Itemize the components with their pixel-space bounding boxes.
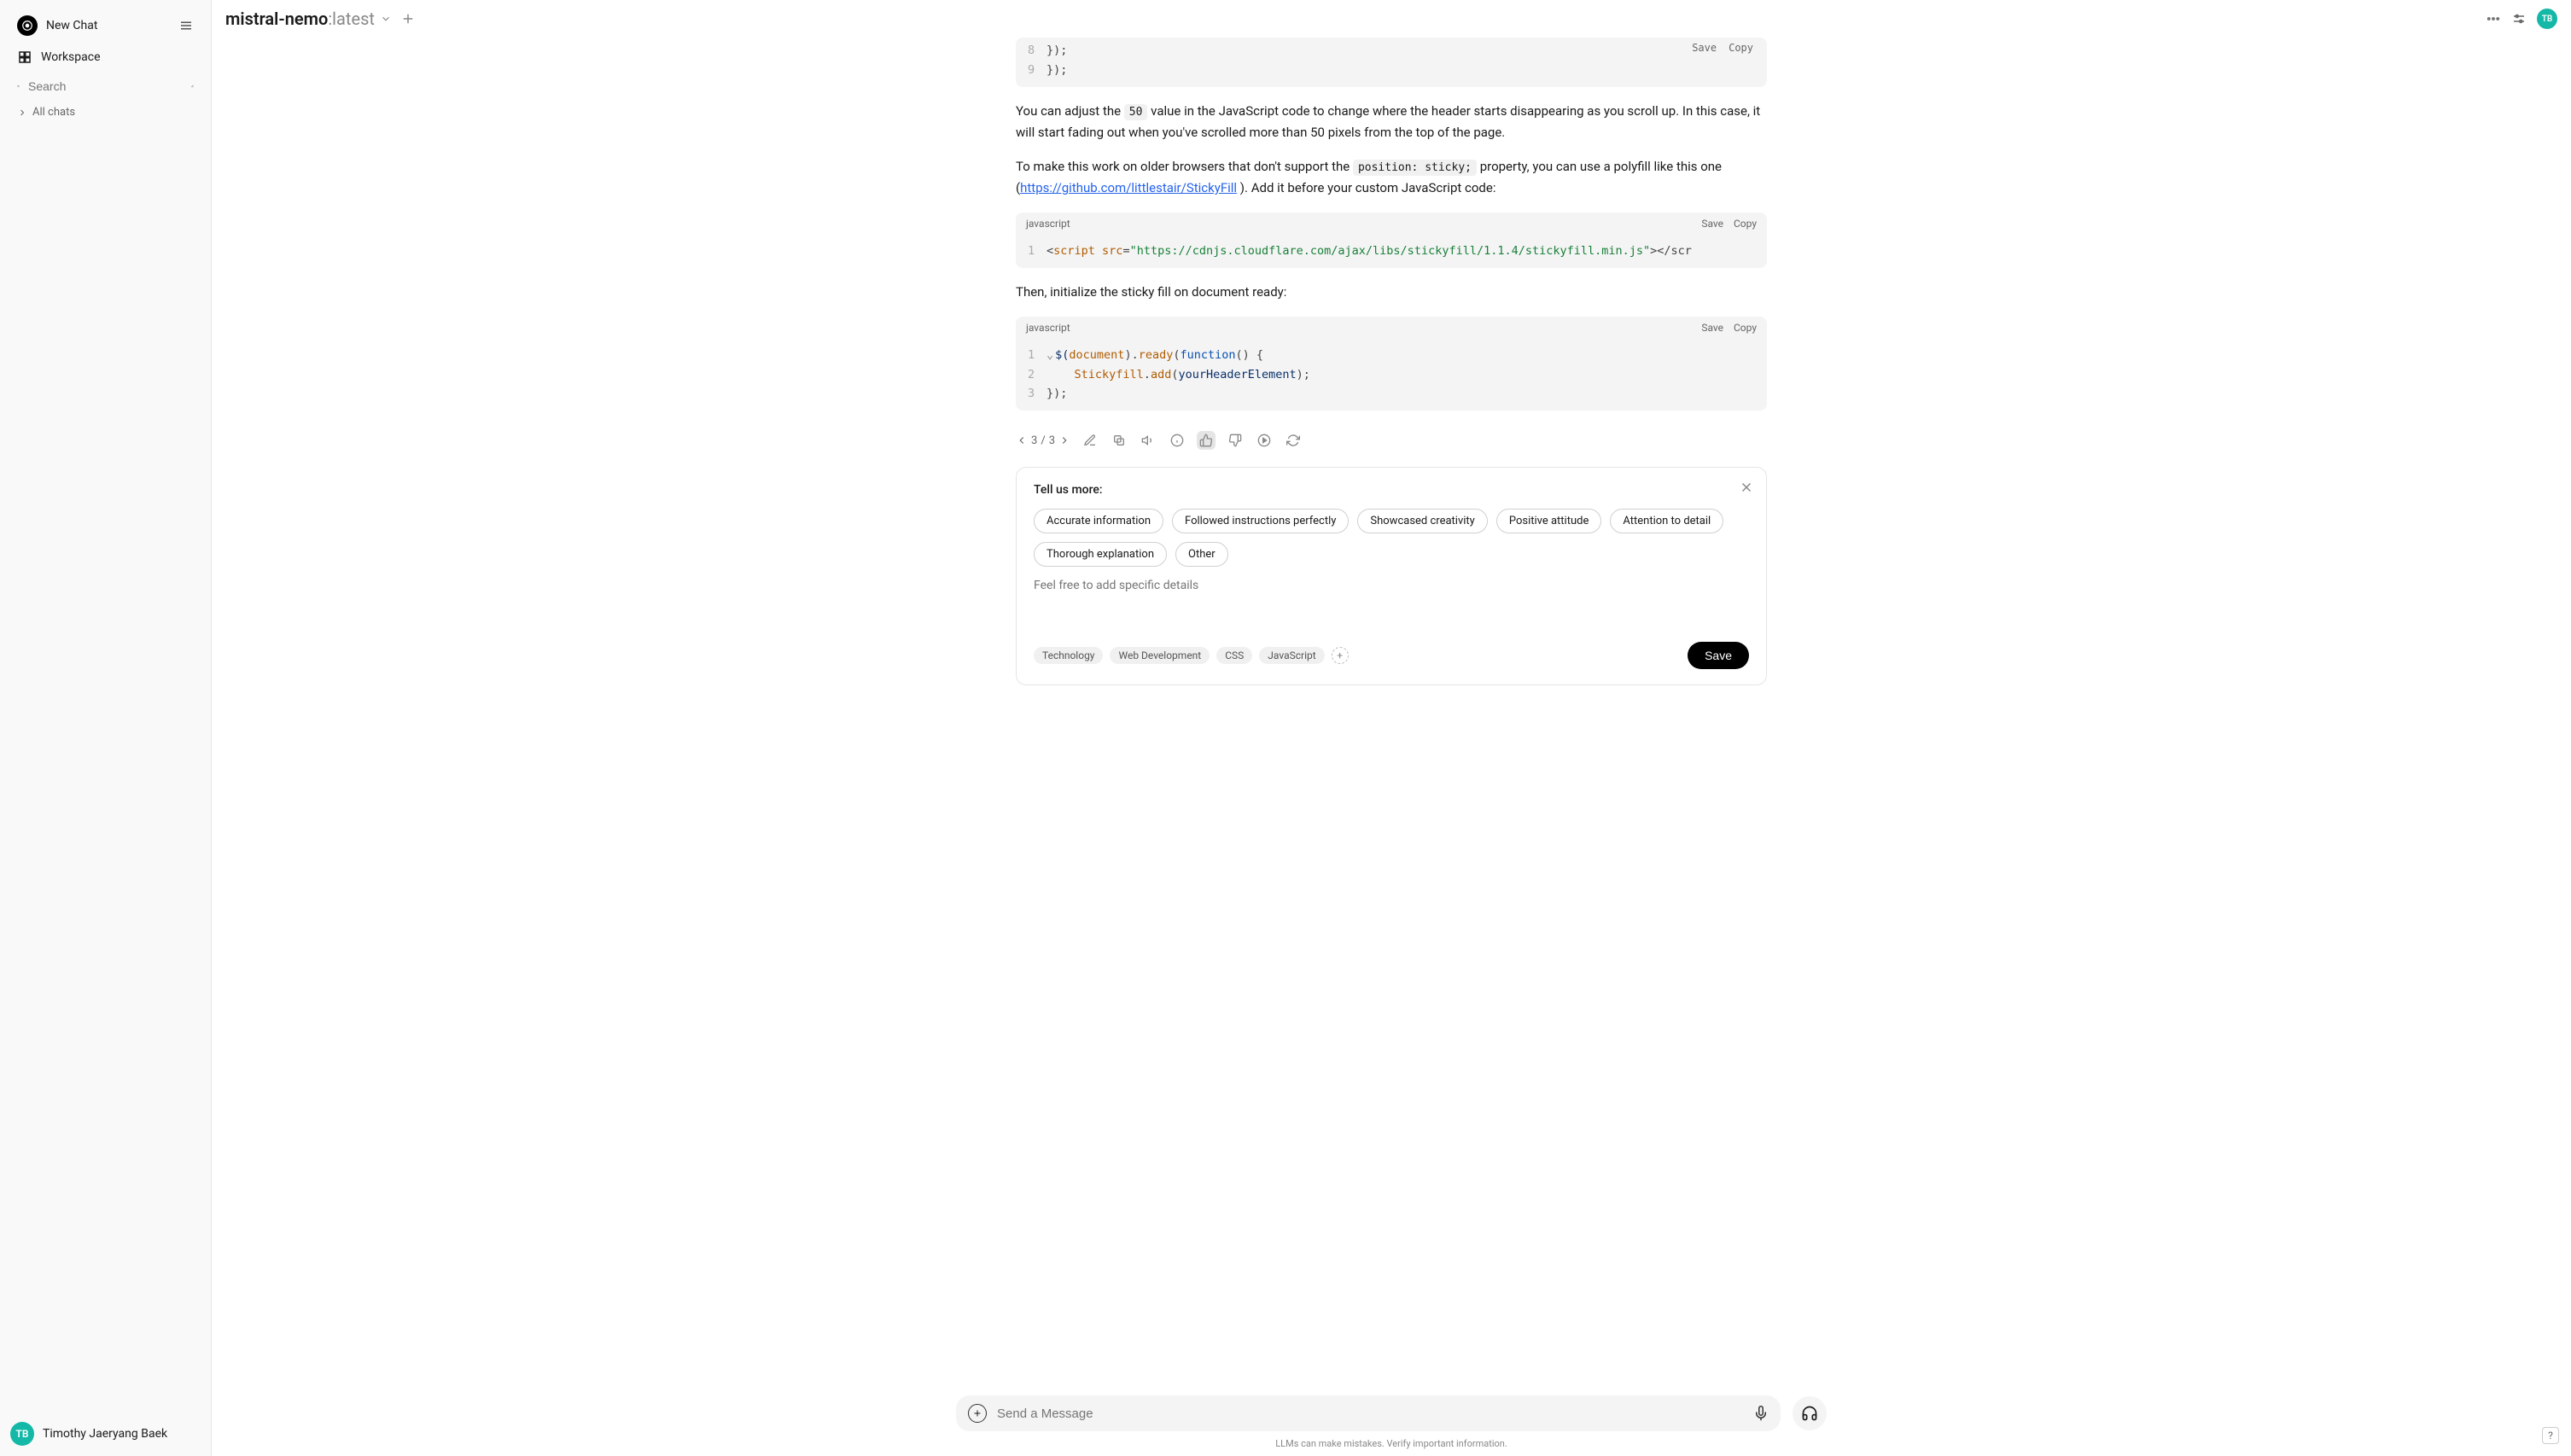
new-chat-button[interactable]: New Chat [10,9,201,43]
chat-content: Save Copy 8 }); 9 }); You can adjust the… [212,38,2571,1382]
inline-code: 50 [1124,104,1148,120]
workspace-icon [17,50,32,65]
user-avatar: TB [10,1422,34,1446]
settings-icon[interactable] [2511,11,2527,26]
save-button[interactable]: Save [1688,642,1749,669]
search-input[interactable] [28,79,183,93]
feedback-card: Tell us more: Accurate information Follo… [1016,467,1767,685]
composer-area: LLMs can make mistakes. Verify important… [939,1382,1844,1456]
fold-icon[interactable]: ⌄ [1046,346,1053,365]
code-line: 9 }); [1028,61,1755,80]
model-name-base: mistral-nemo [225,9,328,29]
code-lang-label: javascript [1026,218,1070,230]
feedback-chip[interactable]: Thorough explanation [1034,542,1167,567]
code-line: 3 }); [1028,384,1755,404]
user-name: Timothy Jaeryang Baek [43,1427,167,1441]
search-icon [17,79,20,94]
topbar: mistral-nemo:latest TB [212,0,2571,38]
feedback-chip[interactable]: Other [1175,542,1228,567]
workspace-button[interactable]: Workspace [10,43,201,72]
code-save-button[interactable]: Save [1701,218,1723,230]
feedback-chip[interactable]: Followed instructions perfectly [1172,509,1349,533]
thumbs-down-icon[interactable] [1226,431,1245,450]
pager-total: 3 [1049,434,1055,447]
tag[interactable]: CSS [1216,647,1252,664]
code-block: javascript Save Copy 1 <script src="http… [1016,213,1767,268]
add-tag-button[interactable]: + [1332,647,1349,664]
tag[interactable]: Web Development [1110,647,1210,664]
code-copy-button[interactable]: Copy [1734,218,1757,230]
code-line: 1 ⌄ $(document).ready(function() { [1028,346,1755,365]
link[interactable]: https://github.com/littlestair/StickyFil… [1020,180,1237,195]
info-icon[interactable] [1168,431,1186,450]
code-line: 1 <script src="https://cdnjs.cloudflare.… [1028,242,1755,261]
tag[interactable]: Technology [1034,647,1103,664]
code-copy-button[interactable]: Copy [1729,39,1753,56]
close-icon[interactable] [1739,480,1754,495]
help-button[interactable]: ? [2542,1427,2559,1444]
code-line: 2 Stickyfill.add(yourHeaderElement); [1028,365,1755,385]
main-area: mistral-nemo:latest TB [212,0,2571,1456]
disclaimer-text: LLMs can make mistakes. Verify important… [956,1438,1827,1449]
copy-icon[interactable] [1110,431,1128,450]
chevron-down-icon [380,13,392,25]
code-lang-label: javascript [1026,322,1070,334]
model-selector[interactable]: mistral-nemo:latest [225,9,392,29]
thumbs-up-icon[interactable] [1197,431,1216,450]
user-avatar[interactable]: TB [2537,9,2557,29]
voice-mode-icon[interactable] [1793,1396,1827,1430]
regenerate-icon[interactable] [1284,431,1303,450]
assistant-text: To make this work on older browsers that… [1016,156,1767,199]
inline-code: position: sticky; [1353,160,1477,176]
pager-prev-icon[interactable] [1016,434,1028,446]
feedback-textarea[interactable] [1034,579,1749,621]
workspace-label: Workspace [41,50,101,64]
message-actions: 3/3 [1016,424,1767,467]
feedback-chip[interactable]: Accurate information [1034,509,1163,533]
feedback-title: Tell us more: [1034,483,1749,497]
feedback-chip-row: Accurate information Followed instructio… [1034,509,1749,567]
new-note-icon[interactable] [191,79,194,94]
app-logo-icon [17,15,38,36]
search-row [10,72,201,101]
code-line: 8 }); [1028,41,1692,61]
sidebar: New Chat Workspace All chats [0,0,212,1456]
user-menu[interactable]: TB Timothy Jaeryang Baek [0,1412,211,1456]
collapse-sidebar-icon[interactable] [178,18,194,33]
all-chats-toggle[interactable]: All chats [10,101,201,124]
chevron-right-icon [17,108,27,118]
assistant-text: You can adjust the 50 value in the JavaS… [1016,101,1767,143]
assistant-text: Then, initialize the sticky fill on docu… [1016,282,1767,303]
read-aloud-icon[interactable] [1139,431,1157,450]
more-icon[interactable] [2486,11,2501,26]
code-block: javascript Save Copy 1 ⌄ $(document).rea… [1016,317,1767,411]
all-chats-label: All chats [32,106,75,119]
feedback-chip[interactable]: Showcased creativity [1357,509,1487,533]
feedback-chip[interactable]: Attention to detail [1610,509,1723,533]
composer [956,1395,1781,1431]
continue-icon[interactable] [1255,431,1274,450]
new-chat-label: New Chat [46,19,97,32]
code-block: Save Copy 8 }); 9 }); [1016,38,1767,87]
code-save-button[interactable]: Save [1701,322,1723,334]
pager-next-icon[interactable] [1058,434,1070,446]
code-copy-button[interactable]: Copy [1734,322,1757,334]
pager-current: 3 [1031,434,1037,447]
model-name-suffix: :latest [328,9,375,29]
attach-icon[interactable] [968,1404,987,1423]
mic-icon[interactable] [1753,1406,1769,1421]
edit-icon[interactable] [1081,431,1099,450]
feedback-chip[interactable]: Positive attitude [1496,509,1602,533]
add-model-icon[interactable] [400,11,416,26]
message-input[interactable] [997,1406,1743,1421]
code-save-button[interactable]: Save [1692,39,1717,56]
tag[interactable]: JavaScript [1259,647,1324,664]
